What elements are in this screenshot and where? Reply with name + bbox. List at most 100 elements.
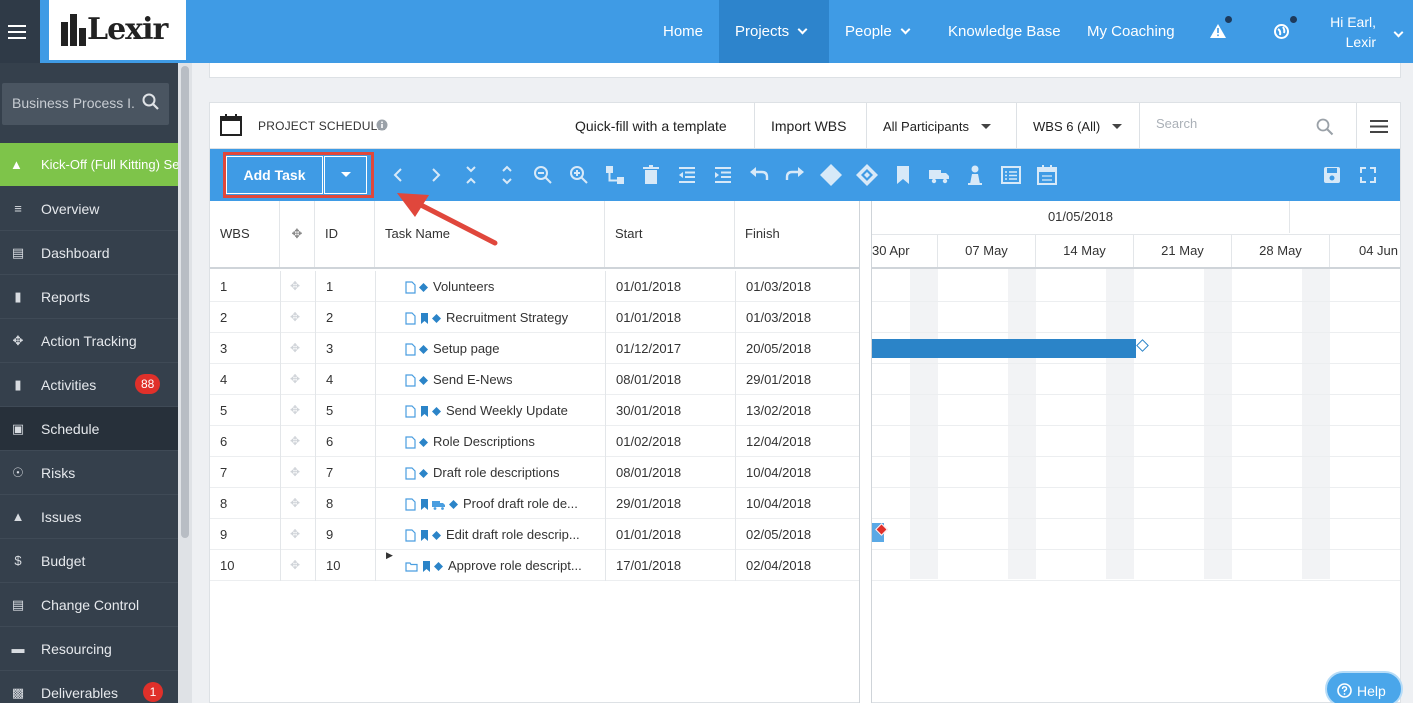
cell-task-name[interactable]: Role Descriptions (405, 426, 600, 457)
schedule-search-input[interactable] (1156, 116, 1306, 131)
sidebar-item-budget[interactable]: $ Budget (0, 539, 178, 583)
redo-icon[interactable] (783, 163, 807, 187)
drag-handle-icon[interactable]: ✥ (290, 271, 300, 302)
zoom-in-icon[interactable] (567, 163, 591, 187)
add-task-button[interactable]: Add Task (226, 156, 323, 194)
outdent-icon[interactable] (675, 163, 699, 187)
hierarchy-icon[interactable] (603, 163, 627, 187)
undo-icon[interactable] (747, 163, 771, 187)
gantt-row[interactable] (872, 302, 1400, 333)
col-finish[interactable]: Finish (735, 201, 859, 267)
logo[interactable]: Lexir (49, 0, 186, 60)
list-view-icon[interactable] (999, 163, 1023, 187)
save-icon[interactable] (1320, 163, 1344, 187)
nav-my-coaching[interactable]: My Coaching (1087, 0, 1175, 63)
import-wbs-button[interactable]: Import WBS (754, 103, 862, 149)
table-row[interactable]: 2 ✥ 2 Recruitment Strategy 01/01/2018 01/03/2… (210, 302, 859, 333)
info-icon[interactable] (376, 119, 388, 131)
project-search[interactable]: Business Process I... (2, 83, 169, 125)
user-chevron-down-icon[interactable] (1393, 27, 1404, 38)
sidebar-item-schedule[interactable]: ▣ Schedule (0, 407, 178, 451)
cell-task-name[interactable]: Send E-News (405, 364, 600, 395)
user-menu[interactable]: Hi Earl, Lexir (1318, 12, 1376, 52)
help-button[interactable]: Help (1325, 671, 1403, 703)
sidebar-item-issues[interactable]: ▲ Issues (0, 495, 178, 539)
participants-dropdown[interactable]: All Participants (866, 103, 1016, 149)
nav-people[interactable]: People (845, 0, 911, 63)
cell-task-name[interactable]: Proof draft role de... (405, 488, 600, 519)
gantt-row[interactable] (872, 519, 1400, 550)
gantt-row[interactable] (872, 426, 1400, 457)
table-row[interactable]: 7 ✥ 7 Draft role descriptions 08/01/2018 10/0… (210, 457, 859, 488)
col-id[interactable]: ID (315, 201, 375, 267)
drag-handle-icon[interactable]: ✥ (290, 395, 300, 426)
col-start[interactable]: Start (605, 201, 735, 267)
gantt-row[interactable] (872, 271, 1400, 302)
globe-icon[interactable] (1274, 24, 1289, 39)
sidebar-item-overview[interactable]: ≡ Overview (0, 187, 178, 231)
table-row[interactable]: 8 ✥ 8 Proof draft role de... 29/01/2018 10/04… (210, 488, 859, 519)
drag-handle-icon[interactable]: ✥ (290, 426, 300, 457)
drag-handle-icon[interactable]: ✥ (290, 519, 300, 550)
drag-handle-icon[interactable]: ✥ (290, 333, 300, 364)
gantt-task-bar[interactable] (872, 339, 1136, 358)
trash-icon[interactable] (639, 163, 663, 187)
wbs-filter-dropdown[interactable]: WBS 6 (All) (1016, 103, 1140, 149)
active-project[interactable]: ▲ Kick-Off (Full Kitting) Set (0, 143, 178, 186)
cell-task-name[interactable]: Setup page (405, 333, 600, 364)
table-row[interactable]: 1 ✥ 1 Volunteers 01/01/2018 01/03/2018 (210, 271, 859, 302)
cell-task-name[interactable]: Send Weekly Update (405, 395, 600, 426)
cell-task-name[interactable]: Recruitment Strategy (405, 302, 600, 333)
truck-icon[interactable] (927, 163, 951, 187)
nav-knowledge-base[interactable]: Knowledge Base (948, 0, 1061, 63)
expand-caret-icon[interactable]: ▶ (386, 550, 393, 561)
cell-task-name[interactable]: Approve role descript... (405, 550, 600, 581)
sidebar-item-resourcing[interactable]: ▬ Resourcing (0, 627, 178, 671)
indent-icon[interactable] (711, 163, 735, 187)
gantt-row[interactable] (872, 364, 1400, 395)
search-icon[interactable] (142, 93, 160, 111)
table-row[interactable]: 10 ✥ 10 ▶ Approve role descript... 17/01/2018… (210, 550, 859, 581)
gantt-row[interactable] (872, 488, 1400, 519)
sidebar-item-change-control[interactable]: ▤ Change Control (0, 583, 178, 627)
search-icon[interactable] (1316, 118, 1334, 136)
drag-handle-icon[interactable]: ✥ (290, 457, 300, 488)
panel-menu-button[interactable] (1356, 103, 1400, 149)
milestone-icon[interactable] (819, 163, 843, 187)
col-wbs[interactable]: WBS (210, 201, 280, 267)
fullscreen-icon[interactable] (1356, 163, 1380, 187)
drag-handle-icon[interactable]: ✥ (290, 550, 300, 581)
cell-task-name[interactable]: Edit draft role descrip... (405, 519, 600, 550)
drag-handle-icon[interactable]: ✥ (290, 364, 300, 395)
zoom-out-icon[interactable] (531, 163, 555, 187)
split-divider[interactable] (860, 201, 872, 703)
sidebar-scrollbar-thumb[interactable] (181, 66, 189, 538)
cell-task-name[interactable]: Draft role descriptions (405, 457, 600, 488)
sidebar-item-risks[interactable]: ☉ Risks (0, 451, 178, 495)
table-row[interactable]: 9 ✥ 9 Edit draft role descrip... 01/01/2018 0… (210, 519, 859, 550)
gantt-row[interactable] (872, 550, 1400, 581)
sidebar-item-action-tracking[interactable]: ✥ Action Tracking (0, 319, 178, 363)
sidebar-item-dashboard[interactable]: ▤ Dashboard (0, 231, 178, 275)
sidebar-item-activities[interactable]: ▮ Activities 88 (0, 363, 178, 407)
nav-home[interactable]: Home (663, 0, 703, 63)
col-task-name[interactable]: Task Name (375, 201, 605, 267)
drag-handle-icon[interactable]: ✥ (290, 302, 300, 333)
table-row[interactable]: 4 ✥ 4 Send E-News 08/01/2018 29/01/2018 (210, 364, 859, 395)
bookmark-icon[interactable] (891, 163, 915, 187)
milestone-link-icon[interactable] (855, 163, 879, 187)
nav-projects[interactable]: Projects (719, 0, 829, 63)
gantt-row[interactable] (872, 395, 1400, 426)
quick-fill-button[interactable]: Quick-fill with a template (559, 103, 743, 149)
menu-toggle-button[interactable] (0, 0, 40, 63)
alert-icon[interactable] (1210, 24, 1226, 38)
gantt-row[interactable] (872, 457, 1400, 488)
sidebar-item-reports[interactable]: ▮ Reports (0, 275, 178, 319)
add-task-dropdown-button[interactable] (324, 156, 367, 194)
calendar-icon[interactable] (1035, 163, 1059, 187)
user-tie-icon[interactable] (963, 163, 987, 187)
drag-handle-icon[interactable]: ✥ (290, 488, 300, 519)
col-move[interactable]: ✥ (280, 201, 315, 267)
sidebar-item-deliverables[interactable]: ▩ Deliverables 1 (0, 671, 178, 703)
table-row[interactable]: 6 ✥ 6 Role Descriptions 01/02/2018 12/04/2018 (210, 426, 859, 457)
